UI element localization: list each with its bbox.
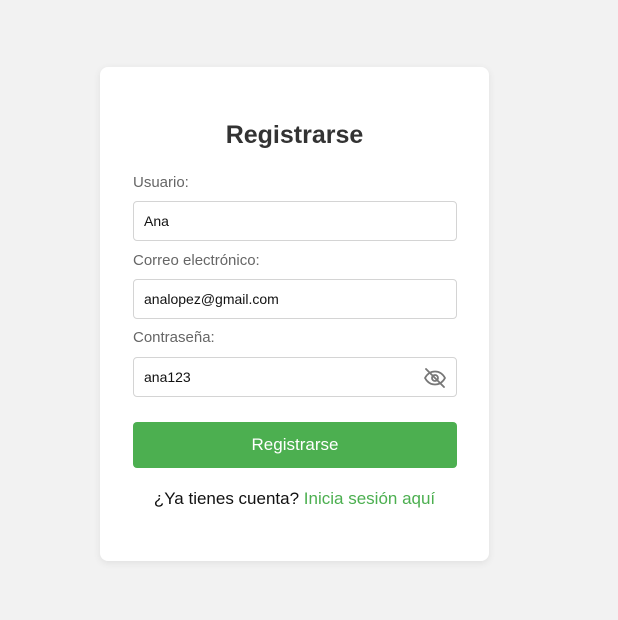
login-prompt: ¿Ya tienes cuenta? Inicia sesión aquí <box>100 488 489 510</box>
email-field-wrapper <box>133 279 457 319</box>
password-field-wrapper <box>133 357 457 397</box>
password-input[interactable] <box>134 358 456 396</box>
username-field-wrapper <box>133 201 457 241</box>
username-label: Usuario: <box>133 174 189 191</box>
eye-off-icon[interactable] <box>423 366 447 390</box>
username-input[interactable] <box>134 202 456 240</box>
page-title: Registrarse <box>225 121 364 149</box>
login-link[interactable]: Inicia sesión aquí <box>304 489 435 508</box>
register-button[interactable]: Registrarse <box>133 422 457 468</box>
email-label: Correo electrónico: <box>133 252 260 269</box>
email-input[interactable] <box>134 280 456 318</box>
register-card: Registrarse Usuario: Correo electrónico:… <box>100 67 489 561</box>
password-label: Contraseña: <box>133 329 215 346</box>
login-prompt-text: ¿Ya tienes cuenta? <box>153 489 300 508</box>
